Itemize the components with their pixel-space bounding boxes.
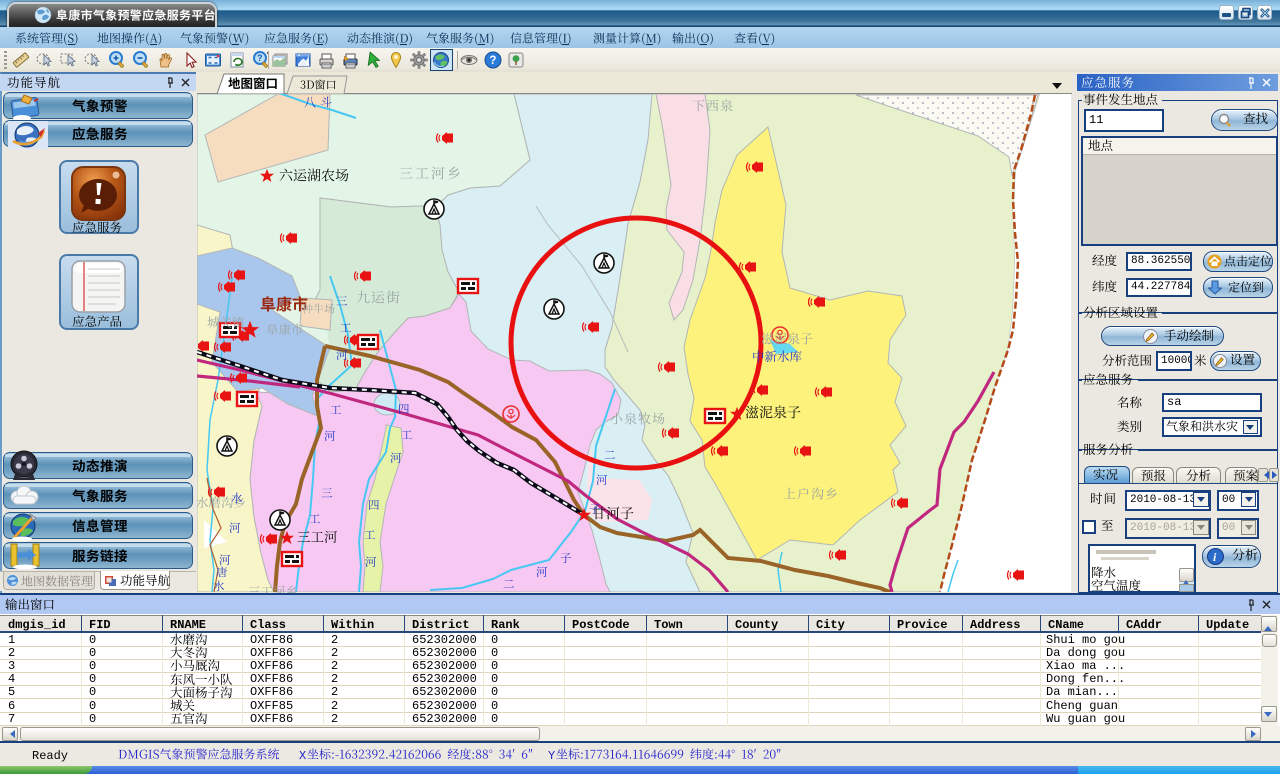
svg-text:?: ? bbox=[257, 53, 263, 63]
svg-text:?: ? bbox=[489, 55, 496, 67]
